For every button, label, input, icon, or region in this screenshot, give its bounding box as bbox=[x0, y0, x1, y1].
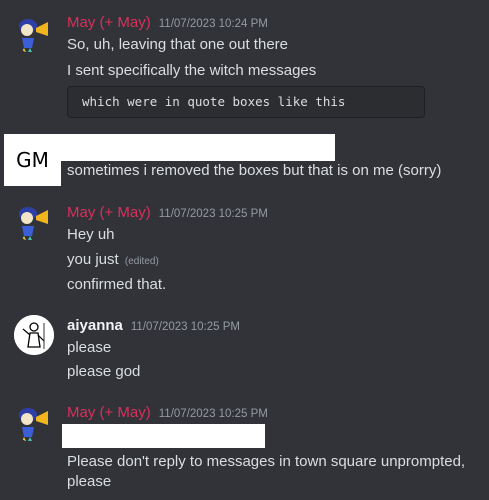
author-name[interactable]: aiyanna bbox=[67, 317, 123, 334]
message-text: So, uh, leaving that one out there bbox=[67, 36, 288, 53]
message-text: I sent specifically the witch messages bbox=[67, 62, 317, 79]
message-text-content: you just bbox=[67, 251, 119, 268]
author-name[interactable]: May (+ May) bbox=[67, 204, 151, 221]
sketch-avatar-icon bbox=[14, 315, 54, 355]
message-header: May (+ May) 11/07/2023 10:25 PM bbox=[67, 204, 268, 224]
message-text: you just (edited) bbox=[67, 250, 159, 272]
message-text: please bbox=[67, 339, 112, 356]
timestamp[interactable]: 11/07/2023 10:24 PM bbox=[159, 18, 268, 30]
character-avatar-icon bbox=[14, 202, 54, 242]
avatar[interactable] bbox=[14, 14, 54, 54]
character-avatar-icon bbox=[14, 403, 54, 443]
redacted-line bbox=[62, 424, 265, 448]
timestamp[interactable]: 11/07/2023 10:25 PM bbox=[159, 408, 268, 420]
avatar[interactable] bbox=[14, 202, 54, 242]
author-name[interactable]: May (+ May) bbox=[67, 404, 151, 421]
message-text: Please don't reply to messages in town s… bbox=[67, 453, 466, 470]
character-avatar-icon bbox=[14, 14, 54, 54]
redacted-header bbox=[58, 134, 335, 161]
avatar[interactable] bbox=[14, 403, 54, 443]
code-block: which were in quote boxes like this bbox=[67, 86, 425, 118]
message-text: confirmed that. bbox=[67, 276, 167, 293]
message-text: please god bbox=[67, 363, 141, 380]
message-header: May (+ May) 11/07/2023 10:25 PM bbox=[67, 404, 268, 424]
message-header: May (+ May) 11/07/2023 10:24 PM bbox=[67, 14, 268, 34]
edited-label: (edited) bbox=[124, 256, 159, 267]
message-text: Hey uh bbox=[67, 226, 115, 243]
message-header: aiyanna 11/07/2023 10:25 PM bbox=[67, 317, 240, 337]
author-label: GM bbox=[4, 134, 61, 186]
message-text: please bbox=[67, 473, 112, 490]
avatar[interactable] bbox=[14, 315, 54, 355]
timestamp[interactable]: 11/07/2023 10:25 PM bbox=[159, 208, 268, 220]
message-text: sometimes i removed the boxes but that i… bbox=[67, 162, 442, 179]
timestamp[interactable]: 11/07/2023 10:25 PM bbox=[131, 321, 240, 333]
author-name[interactable]: May (+ May) bbox=[67, 14, 151, 31]
